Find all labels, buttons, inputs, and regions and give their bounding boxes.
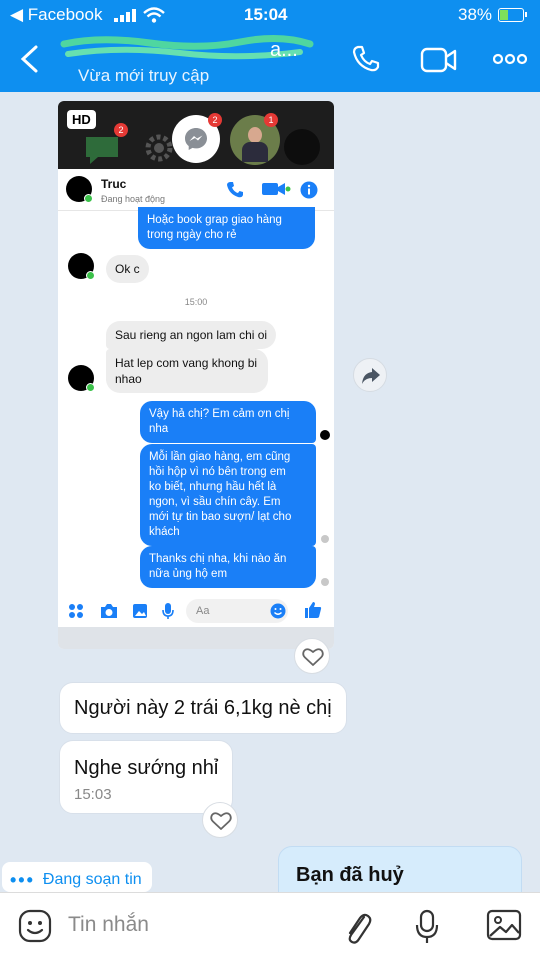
screenshot-message-out: Mỗi lần giao hàng, em cũng hồi hộp vì nó… <box>140 444 316 546</box>
message-input-bar: Tin nhắn <box>0 892 540 960</box>
outgoing-message-text: Bạn đã huỷ <box>296 864 404 886</box>
battery-icon <box>498 8 527 22</box>
avatar <box>68 365 95 392</box>
react-heart-button[interactable] <box>202 802 238 838</box>
hd-badge: HD <box>67 110 96 129</box>
chat-bubble-app-icon <box>86 137 118 164</box>
settings-gear-icon <box>145 134 173 162</box>
contact-status: Vừa mới truy cập <box>78 66 210 85</box>
screenshot-timestamp: 15:00 <box>184 297 208 307</box>
phone-icon <box>227 182 243 198</box>
screenshot-chat-header: Truc Đang hoạt động <box>58 169 334 211</box>
video-call-icon <box>262 183 291 195</box>
screenshot-message-in: Ok c <box>106 255 149 283</box>
screenshot-nav-bar <box>58 627 334 649</box>
screenshot-contact-name: Truc <box>101 177 127 191</box>
message-input[interactable]: Tin nhắn <box>68 913 149 937</box>
screenshot-contact-status: Đang hoạt động <box>101 194 166 204</box>
typing-dots: ••• <box>10 869 35 890</box>
messenger-badge: 2 <box>208 113 222 127</box>
battery-percent: 38% <box>458 5 493 24</box>
back-chevron-icon[interactable] <box>18 44 40 74</box>
avatar <box>68 253 95 280</box>
react-heart-button[interactable] <box>294 638 330 674</box>
message-text: Nghe sướng nhỉ <box>74 757 219 779</box>
status-bar: ◀ Facebook 15:04 38% <box>0 4 540 26</box>
like-icon <box>305 602 322 618</box>
signal-icon <box>114 8 136 22</box>
mic-icon <box>162 603 174 619</box>
forward-button[interactable] <box>353 358 387 392</box>
delivered-icon <box>321 535 329 543</box>
apps-icon <box>69 604 83 618</box>
messenger-icon <box>185 128 207 150</box>
clock: 15:04 <box>244 5 288 24</box>
avatar <box>66 176 93 203</box>
more-icon[interactable] <box>493 52 527 66</box>
screenshot-message-out: Thanks chị nha, khi nào ăn nữa ủng hộ em <box>140 546 316 588</box>
svg-text:a...: a... <box>270 39 298 61</box>
delivered-icon <box>321 578 329 586</box>
attach-icon[interactable] <box>342 909 374 945</box>
screenshot-message-in: Hat lep com vang khong bi nhao <box>106 349 268 393</box>
back-to-app-link[interactable]: ◀ Facebook <box>10 5 102 25</box>
message-text: Người này 2 trái 6,1kg nè chị <box>74 697 332 719</box>
heart-icon <box>302 648 324 666</box>
screenshot-composer: Aa <box>58 595 334 627</box>
heart-icon <box>210 812 232 830</box>
typing-indicator: ••• Đang soạn tin <box>2 862 152 892</box>
emoji-icon[interactable] <box>18 909 52 943</box>
phone-icon[interactable] <box>351 44 381 74</box>
shared-screenshot[interactable]: HD 2 2 1 Truc Đang hoạt động Hoặc book g… <box>58 101 334 649</box>
seen-avatar <box>320 430 330 440</box>
chat-header: ◀ Facebook 15:04 38% a... Vừa mới truy c… <box>0 0 540 92</box>
message-bubble[interactable]: Nghe sướng nhỉ 15:03 <box>59 740 234 814</box>
image-icon[interactable] <box>486 909 522 941</box>
redaction-scribble: a... <box>60 34 314 61</box>
screenshot-message-out: Vậy hả chị? Em cảm ơn chị nha <box>140 401 316 443</box>
screenshot-message-out: Hoặc book grap giao hàng trong ngày cho … <box>138 207 315 249</box>
dark-chat-head <box>284 129 320 165</box>
wifi-icon <box>143 7 165 23</box>
emoji-icon <box>270 603 286 619</box>
info-icon <box>300 181 318 199</box>
messenger-chat-head: 2 <box>172 113 222 163</box>
message-bubble[interactable]: Người này 2 trái 6,1kg nè chị <box>59 682 347 734</box>
photo-badge: 1 <box>264 113 278 127</box>
message-time: 15:03 <box>74 786 112 803</box>
typing-label: Đang soạn tin <box>42 870 142 888</box>
video-call-icon[interactable] <box>420 46 458 74</box>
camera-icon <box>101 604 117 618</box>
gallery-icon <box>133 604 147 618</box>
screenshot-top-area: HD 2 2 1 <box>58 101 334 169</box>
forward-icon <box>362 368 380 384</box>
screenshot-message-in: Sau rieng an ngon lam chi oi <box>106 321 277 349</box>
mic-icon[interactable] <box>414 909 440 945</box>
